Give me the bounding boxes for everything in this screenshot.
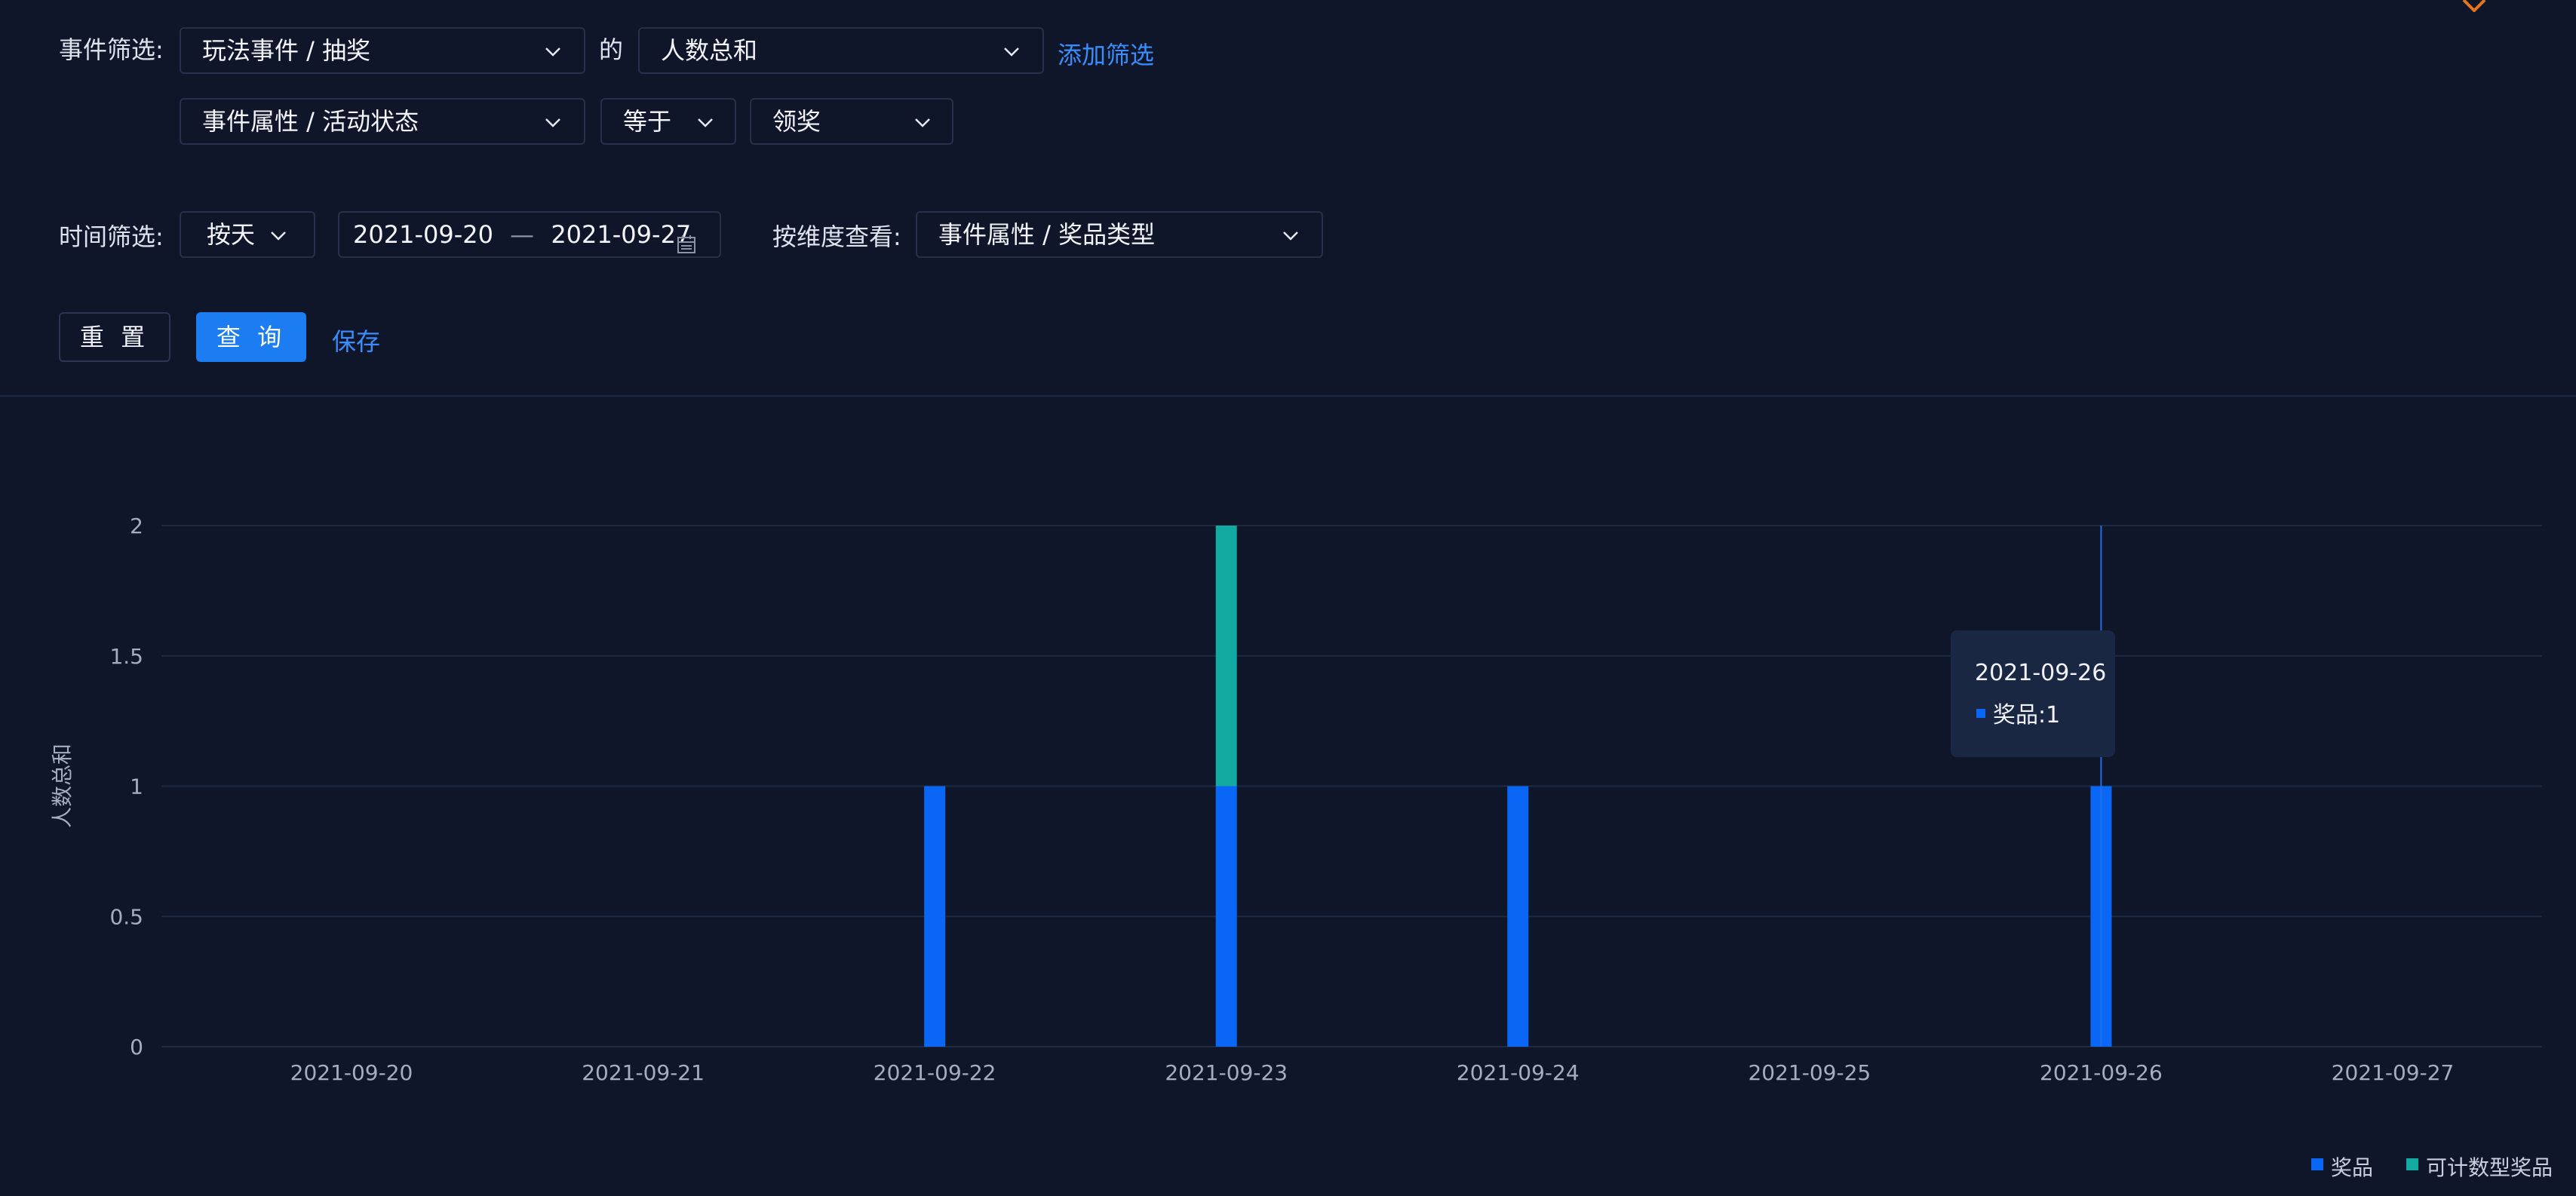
y-axis-label: 人数总和 [50, 744, 75, 828]
x-tick-label: 2021-09-20 [290, 1060, 413, 1085]
legend-countable-prize-label[interactable]: 可计数型奖品 [2426, 1155, 2553, 1180]
x-tick-label: 2021-09-23 [1165, 1060, 1288, 1085]
y-tick-label: 1.5 [109, 644, 143, 669]
legend-prize-label[interactable]: 奖品 [2331, 1155, 2373, 1180]
bar-prize[interactable] [1215, 786, 1237, 1047]
x-tick-label: 2021-09-22 [874, 1060, 996, 1085]
tooltip-swatch [1976, 709, 1985, 718]
y-tick-label: 0 [130, 1035, 143, 1060]
y-tick-label: 0.5 [109, 904, 143, 929]
tooltip [1951, 630, 2115, 757]
bar-countable-prize[interactable] [1215, 526, 1237, 787]
x-tick-label: 2021-09-26 [2040, 1060, 2163, 1085]
bar-prize[interactable] [1507, 786, 1529, 1047]
tooltip-value: 奖品:1 [1993, 702, 2060, 728]
x-tick-label: 2021-09-25 [1748, 1060, 1871, 1085]
tooltip-date: 2021-09-26 [1975, 660, 2106, 686]
bar-chart[interactable]: 0 0.5 1 1.5 2 人数总和 2021-09-20 2021-09-21 2021-09… [0, 0, 2576, 1196]
x-tick-label: 2021-09-24 [1457, 1060, 1580, 1085]
y-tick-label: 1 [130, 774, 143, 799]
bar-prize[interactable] [924, 786, 946, 1047]
y-tick-label: 2 [130, 514, 143, 538]
x-tick-label: 2021-09-27 [2332, 1060, 2455, 1085]
x-tick-label: 2021-09-21 [582, 1060, 705, 1085]
legend-countable-prize-swatch[interactable] [2406, 1158, 2418, 1170]
legend-prize-swatch[interactable] [2311, 1158, 2323, 1170]
